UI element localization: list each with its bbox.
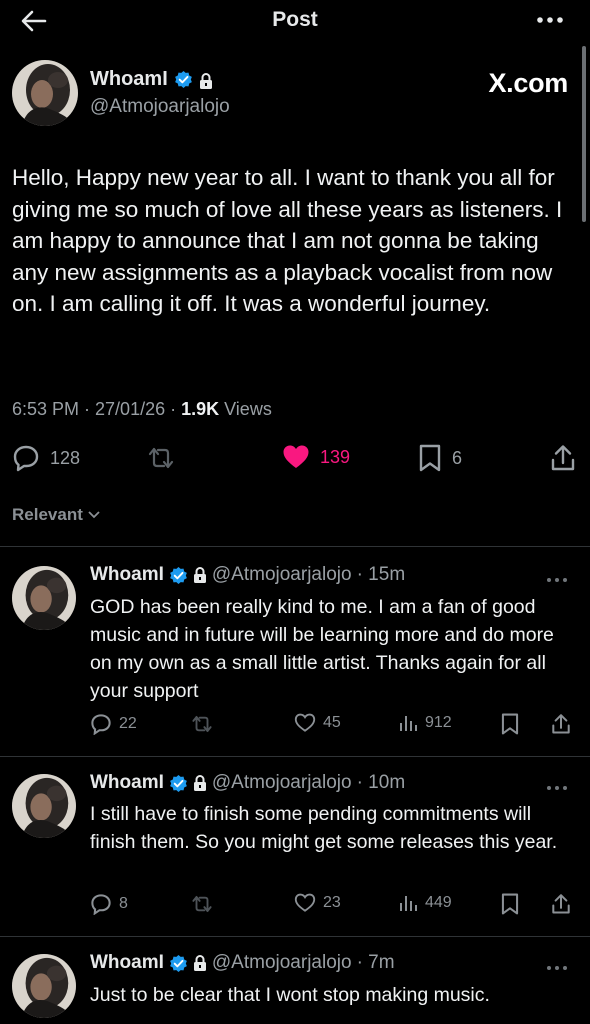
chevron-down-icon: [88, 511, 100, 519]
verified-badge-icon: [170, 774, 187, 792]
author-name[interactable]: WhoamI: [90, 68, 168, 91]
like-count: 45: [323, 714, 341, 731]
views-button[interactable]: 449: [398, 893, 452, 913]
repost-button[interactable]: [190, 893, 214, 915]
bookmark-icon: [501, 893, 519, 915]
x-com-watermark: X.com: [488, 68, 568, 98]
lock-icon: [193, 567, 206, 583]
like-count: 23: [323, 894, 341, 911]
reply-text: Just to be clear that I wont stop making…: [90, 984, 490, 1006]
author-handle[interactable]: @Atmojoarjalojo: [90, 96, 230, 118]
author-handle[interactable]: @Atmojoarjalojo: [212, 564, 352, 586]
reply-item[interactable]: WhoamI @Atmojoarjalojo · 7m Just to be c…: [0, 948, 590, 1024]
lock-icon: [199, 72, 213, 89]
scrollbar[interactable]: [582, 46, 586, 222]
sort-label: Relevant: [12, 505, 83, 524]
like-count: 139: [320, 446, 351, 467]
share-button[interactable]: [550, 444, 576, 472]
reply-item[interactable]: WhoamI @Atmojoarjalojo · 15m GOD has bee…: [0, 560, 590, 756]
reply-text: I still have to finish some pending comm…: [90, 803, 558, 853]
reply-header: WhoamI @Atmojoarjalojo · 15m: [90, 564, 405, 586]
author-name-row: WhoamI: [90, 68, 213, 91]
bookmark-button[interactable]: 6: [418, 444, 462, 472]
share-icon: [552, 714, 570, 734]
more-icon[interactable]: [544, 572, 570, 582]
more-icon[interactable]: [544, 780, 570, 790]
divider: [0, 546, 590, 547]
author-name[interactable]: WhoamI: [90, 772, 164, 794]
like-button[interactable]: 23: [294, 893, 341, 913]
avatar[interactable]: [12, 954, 76, 1018]
reply-icon: [91, 894, 111, 915]
like-button[interactable]: 45: [294, 713, 341, 733]
post-text: Hello, Happy new year to all. I want to …: [12, 165, 563, 316]
repost-icon: [192, 895, 212, 913]
like-button[interactable]: 139: [282, 444, 350, 470]
repost-button[interactable]: [190, 713, 214, 735]
lock-icon: [193, 775, 206, 791]
reply-actions: 8 23 449: [0, 893, 590, 919]
author-name[interactable]: WhoamI: [90, 564, 164, 586]
views-count: 449: [425, 894, 452, 911]
share-icon: [551, 445, 575, 471]
views-count: 1.9K: [181, 399, 220, 419]
author-name[interactable]: WhoamI: [90, 952, 164, 974]
divider: [0, 756, 590, 757]
heart-filled-icon: [283, 445, 309, 468]
reply-count: 128: [50, 447, 81, 468]
reply-button[interactable]: 128: [12, 444, 80, 472]
bookmark-button[interactable]: [500, 713, 520, 735]
heart-icon: [294, 713, 316, 732]
views-icon: [400, 716, 417, 731]
reply-button[interactable]: 22: [90, 713, 137, 735]
sort-dropdown[interactable]: Relevant: [12, 505, 101, 525]
bookmark-icon: [419, 444, 441, 472]
reply-time: · 15m: [356, 564, 406, 585]
repost-icon: [192, 715, 212, 733]
views-button[interactable]: 912: [398, 713, 452, 733]
reply-header: WhoamI @Atmojoarjalojo · 10m: [90, 772, 405, 794]
heart-icon: [294, 893, 316, 912]
views-icon: [400, 896, 417, 911]
share-icon: [552, 894, 570, 914]
reply-icon: [13, 445, 39, 472]
page-title: Post: [272, 8, 318, 31]
repost-icon: [148, 447, 174, 469]
more-icon[interactable]: [544, 960, 570, 970]
reply-time: · 7m: [356, 952, 395, 973]
reply-text: GOD has been really kind to me. I am a f…: [90, 596, 554, 702]
reply-header: WhoamI @Atmojoarjalojo · 7m: [90, 952, 395, 974]
share-button[interactable]: [551, 713, 571, 735]
reply-count: 8: [119, 895, 128, 912]
bookmark-count: 6: [452, 447, 463, 468]
reply-button[interactable]: 8: [90, 893, 128, 915]
reply-actions: 22 45 912: [0, 713, 590, 739]
author-handle[interactable]: @Atmojoarjalojo: [212, 772, 352, 794]
top-bar: Post: [0, 0, 590, 44]
views-label: Views: [219, 399, 272, 419]
reply-icon: [91, 714, 111, 735]
reply-count: 22: [119, 715, 137, 732]
verified-badge-icon: [174, 70, 193, 89]
views-count: 912: [425, 714, 452, 731]
avatar[interactable]: [12, 774, 76, 838]
avatar[interactable]: [12, 566, 76, 630]
main-post-header: WhoamI @Atmojoarjalojo X.com: [12, 58, 572, 130]
author-handle[interactable]: @Atmojoarjalojo: [212, 952, 352, 974]
reply-item[interactable]: WhoamI @Atmojoarjalojo · 10m I still hav…: [0, 768, 590, 936]
avatar[interactable]: [12, 60, 78, 126]
more-icon[interactable]: [532, 8, 568, 32]
post-actions: 128 139 6: [0, 442, 590, 474]
post-meta: 6:53 PM · 27/01/26 · 1.9K Views: [12, 399, 272, 420]
post-timestamp[interactable]: 6:53 PM · 27/01/26 ·: [12, 399, 181, 419]
lock-icon: [193, 955, 206, 971]
repost-button[interactable]: [146, 444, 176, 472]
bookmark-icon: [501, 713, 519, 735]
share-button[interactable]: [551, 893, 571, 915]
divider: [0, 936, 590, 937]
reply-time: · 10m: [356, 772, 406, 793]
verified-badge-icon: [170, 954, 187, 972]
verified-badge-icon: [170, 566, 187, 584]
bookmark-button[interactable]: [500, 893, 520, 915]
